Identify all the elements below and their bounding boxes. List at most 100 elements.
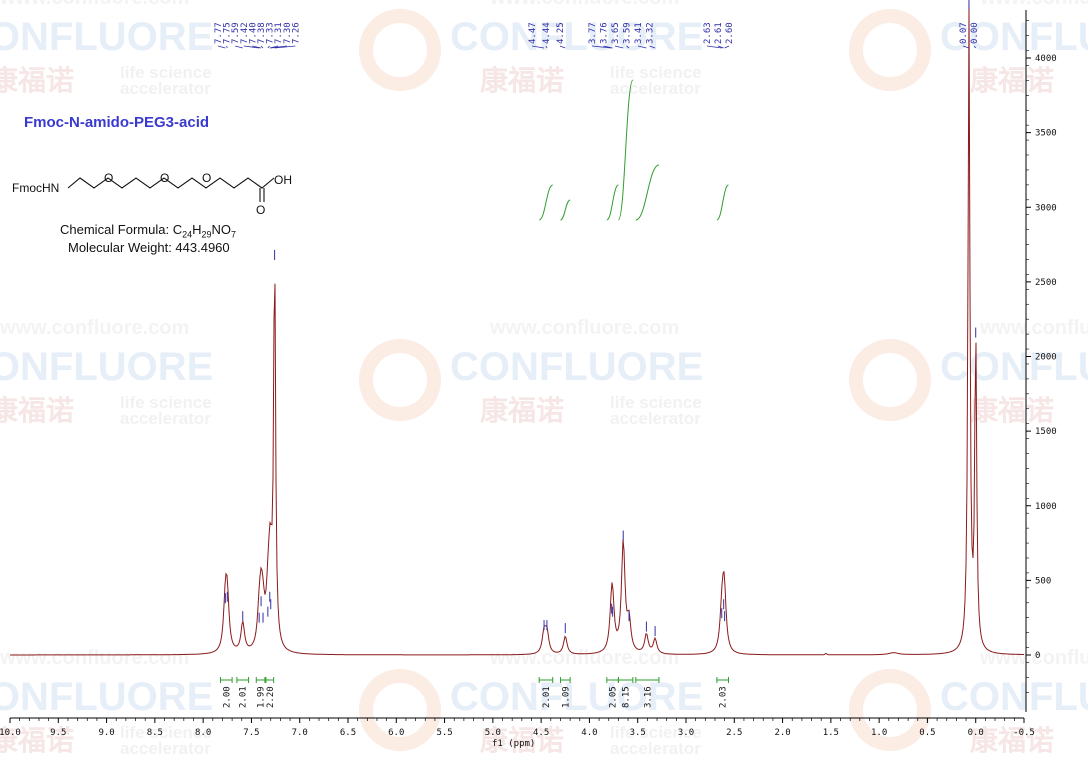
watermark-logo (849, 9, 931, 91)
y-tick-label-2: 1000 (1035, 502, 1057, 512)
structure-o2-label: O (160, 171, 169, 185)
integral-curve-5 (560, 199, 571, 221)
watermark-brand: CONFLUORE (0, 345, 213, 389)
structure-fmochn-label: FmocHN (12, 181, 59, 195)
y-tick-label-8: 4000 (1035, 54, 1057, 64)
x-tick-label-11: 4.5 (533, 728, 549, 738)
watermark-brand: CONFLUORE (940, 345, 1088, 389)
watermark-chinese: 康福诺 (480, 394, 564, 427)
structure-carbonyl-o-label: O (256, 203, 265, 216)
watermark-3: www.confluore.comCONFLUORE康福诺 life scienc… (450, 317, 931, 428)
x-tick-label-7: 6.5 (340, 728, 356, 738)
x-tick-label-5: 7.5 (243, 728, 259, 738)
watermark-url: www.confluore.com (0, 317, 189, 339)
integral-value-1: 2.01 (239, 686, 249, 708)
x-tick-label-4: 8.0 (195, 728, 211, 738)
peak-label-20: 2.61 (714, 22, 724, 44)
compound-title: Fmoc-N-amido-PEG3-acid (24, 114, 210, 131)
watermark-chinese: 康福诺 (0, 64, 74, 97)
x-tick-label-10: 5.0 (485, 728, 501, 738)
integral-curve-6 (606, 184, 619, 221)
integral-value-3: 2.20 (266, 686, 276, 708)
peak-leader-21 (724, 45, 730, 49)
integral-curve-9 (716, 184, 729, 221)
watermark-logo (849, 669, 931, 751)
x-tick-label-3: 8.5 (147, 728, 163, 738)
peak-label-21: 2.60 (725, 22, 735, 44)
watermark-url: www.confluore.com (0, 0, 189, 9)
integral-curves (538, 79, 729, 221)
peak-label-14: 3.76 (600, 22, 610, 44)
peak-label-22: 0.07 (959, 22, 969, 44)
watermark-url: www.confluore.com (979, 647, 1088, 669)
y-tick-label-0: 0 (1035, 651, 1040, 661)
peak-label-12: 4.25 (556, 22, 566, 44)
watermark-8: www.confluore.comCONFLUORE康福诺life scienc… (940, 647, 1088, 757)
peak-label-10: 4.47 (528, 22, 538, 44)
watermark-7: www.confluore.comCONFLUORE康福诺life scienc… (940, 317, 1088, 427)
x-tick-label-0: 10.0 (0, 728, 21, 738)
watermark-tagline-2: accelerator (120, 739, 211, 758)
integral-value-6: 2.05 (609, 686, 619, 708)
integral-value-0: 2.00 (222, 686, 232, 708)
peak-leader-2 (235, 45, 243, 49)
integral-value-8: 3.16 (643, 686, 653, 708)
watermark-brand: CONFLUORE (0, 15, 213, 59)
x-axis-title: f1 (ppm) (492, 739, 536, 749)
x-tick-label-18: 1.0 (871, 728, 887, 738)
molecule-structure: FmocHN O O O O OH (12, 171, 292, 216)
x-tick-label-21: -0.5 (1013, 728, 1035, 738)
watermark-chinese: 康福诺 (480, 64, 564, 97)
watermark-0: www.confluore.comCONFLUORE康福诺life scienc… (0, 0, 441, 98)
watermark-brand: CONFLUORE (0, 675, 213, 719)
y-tick-label-4: 2000 (1035, 353, 1057, 363)
formula-value: C24H29NO7 (172, 222, 237, 240)
x-tick-label-19: 0.5 (919, 728, 935, 738)
x-tick-label-1: 9.5 (50, 728, 66, 738)
y-tick-label-6: 3000 (1035, 203, 1057, 213)
peak-label-19: 2.63 (703, 22, 713, 44)
peak-label-9: 7.26 (291, 22, 301, 44)
watermark-url: www.confluore.com (489, 647, 679, 669)
watermark-tagline-2: accelerator (120, 79, 211, 98)
y-tick-label-5: 2500 (1035, 278, 1057, 288)
watermark-tagline-2: accelerator (120, 409, 211, 428)
watermark-brand: CONFLUORE (450, 15, 703, 59)
watermark-url: www.confluore.com (0, 647, 189, 669)
structure-oh-label: OH (274, 173, 292, 187)
peak-label-11: 4.44 (542, 22, 552, 44)
watermark-brand: CONFLUORE (450, 675, 703, 719)
watermark-1: www.confluore.comCONFLUORE康福诺life scienc… (450, 0, 931, 98)
watermark-tagline-2: accelerator (610, 79, 701, 98)
y-tick-label-7: 3500 (1035, 129, 1057, 139)
watermark-url: www.confluore.com (979, 317, 1088, 339)
peak-label-16: 3.59 (623, 22, 633, 44)
x-tick-label-2: 9.0 (98, 728, 114, 738)
peak-label-13: 3.77 (588, 22, 598, 44)
x-tick-label-20: 0.0 (968, 728, 984, 738)
formula-prefix: Chemical Formula: (60, 222, 173, 237)
integral-value-4: 2.01 (542, 686, 552, 708)
watermark-url: www.confluore.com (489, 317, 679, 339)
watermark-logo (359, 339, 441, 421)
watermark-chinese: 康福诺 (970, 394, 1054, 427)
watermark-brand: CONFLUORE (450, 345, 703, 389)
watermark-chinese: 康福诺 (970, 64, 1054, 97)
structure-o1-label: O (104, 171, 113, 185)
x-tick-label-16: 2.0 (774, 728, 790, 738)
x-tick-label-9: 5.5 (436, 728, 452, 738)
peak-leader-6 (267, 45, 270, 49)
integral-value-5: 1.09 (561, 686, 571, 708)
integral-value-7: 8.15 (622, 686, 632, 708)
integral-value-9: 2.03 (719, 686, 729, 708)
chemical-formula: Chemical Formula: C24H29NO7 (60, 222, 236, 240)
watermark-4: www.confluore.comCONFLUORE康福诺life scienc… (0, 647, 441, 758)
x-tick-label-15: 2.5 (726, 728, 742, 738)
peak-leader-0 (217, 45, 226, 49)
x-tick-label-6: 7.0 (292, 728, 308, 738)
watermark-url: www.confluore.com (489, 0, 679, 9)
integral-curve-8 (635, 164, 660, 221)
y-tick-label-1: 500 (1035, 576, 1051, 586)
x-tick-label-17: 1.5 (823, 728, 839, 738)
integral-curve-4 (538, 184, 554, 221)
